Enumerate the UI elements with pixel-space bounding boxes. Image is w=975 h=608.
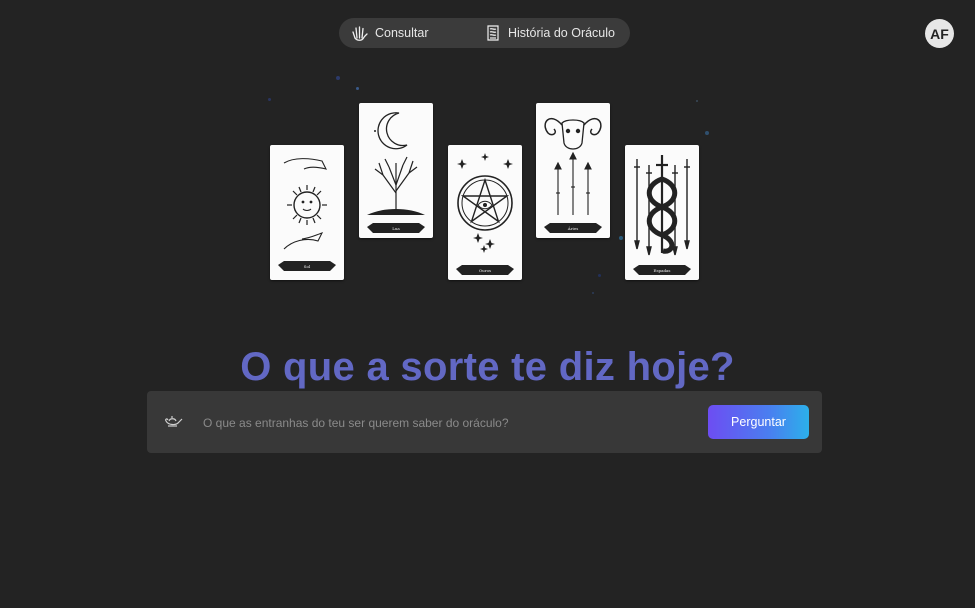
star-dot xyxy=(356,87,359,90)
sun-hands-card-icon: Sol xyxy=(278,158,336,271)
star-dot xyxy=(336,76,340,80)
question-panel: Perguntar xyxy=(147,391,822,453)
page-title: O que a sorte te diz hoje? xyxy=(240,344,735,389)
svg-text:Ouros: Ouros xyxy=(479,268,491,273)
star-dot xyxy=(705,131,709,135)
ask-button[interactable]: Perguntar xyxy=(708,405,809,439)
question-input[interactable] xyxy=(201,411,645,435)
svg-text:Sol: Sol xyxy=(304,264,311,269)
nav-history[interactable]: História do Oráculo xyxy=(485,18,615,48)
svg-text:Áries: Áries xyxy=(567,226,579,231)
top-nav: Consultar História do Oráculo xyxy=(339,18,630,48)
oracle-page: Consultar História do Oráculo AF Sol Lua… xyxy=(0,0,975,608)
moon-tree-card-icon: Lua xyxy=(367,112,425,233)
svg-text:Lua: Lua xyxy=(392,226,400,231)
nav-consult[interactable]: Consultar xyxy=(351,18,429,48)
scroll-icon xyxy=(485,24,501,42)
star-dot xyxy=(619,236,623,240)
avatar[interactable]: AF xyxy=(925,19,954,48)
tarot-card-pentacle: Ouros xyxy=(448,145,522,280)
tarot-card-ram: Áries xyxy=(536,103,610,238)
tarot-card-moon: Lua xyxy=(359,103,433,238)
ram-skull-arrows-card-icon: Áries xyxy=(544,117,602,233)
serpent-swords-card-icon: Espadas xyxy=(633,155,691,275)
star-dot xyxy=(696,100,698,102)
star-dot xyxy=(598,274,601,277)
nav-consult-label: Consultar xyxy=(375,26,429,40)
svg-text:Espadas: Espadas xyxy=(654,268,671,273)
genie-lamp-icon xyxy=(164,413,184,434)
hand-icon xyxy=(351,25,368,42)
star-dot xyxy=(268,98,271,101)
tarot-card-sun: Sol xyxy=(270,145,344,280)
star-dot xyxy=(592,292,594,294)
nav-history-label: História do Oráculo xyxy=(508,26,615,40)
pentacle-eye-card-icon: Ouros xyxy=(456,153,514,275)
tarot-card-swords: Espadas xyxy=(625,145,699,280)
